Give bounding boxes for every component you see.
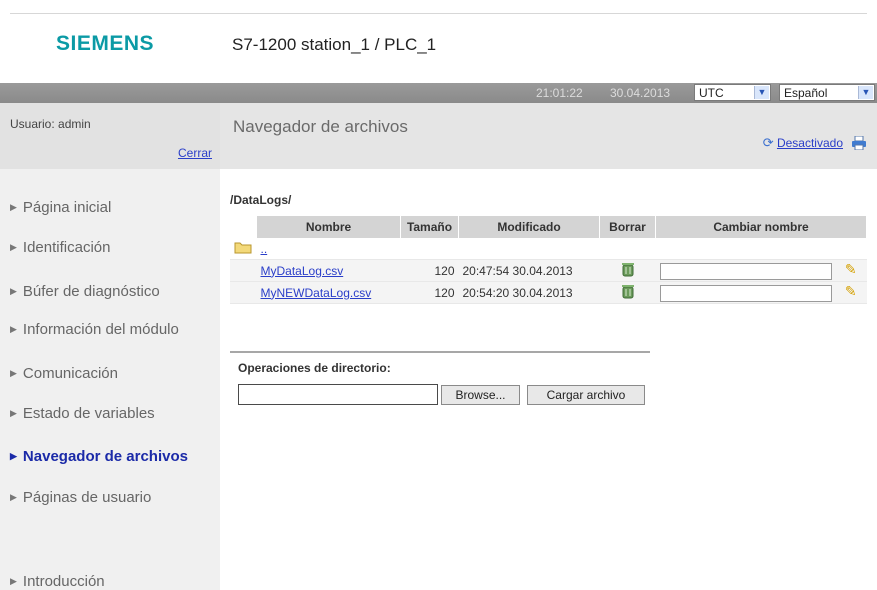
name-cell: MyDataLog.csv bbox=[256, 259, 401, 282]
pencil-icon[interactable]: ✎ bbox=[845, 283, 857, 299]
sidebar-item-identificacion[interactable]: ▶ Identificación bbox=[10, 239, 110, 256]
name-cell: .. bbox=[256, 238, 401, 260]
rename-input[interactable] bbox=[659, 262, 832, 280]
triangle-right-icon: ▶ bbox=[10, 286, 17, 296]
sidebar-item-estado-variables[interactable]: ▶ Estado de variables bbox=[10, 405, 155, 422]
table-row: MyNEWDataLog.csv 120 20:54:20 30.04.2013… bbox=[230, 281, 867, 304]
directory-operations-label: Operaciones de directorio: bbox=[238, 361, 391, 375]
section-divider bbox=[230, 351, 650, 353]
pencil-icon[interactable]: ✎ bbox=[845, 261, 857, 277]
main-content: Navegador de archivos ⟳ Desactivado /Dat… bbox=[220, 103, 877, 590]
station-title: S7-1200 station_1 / PLC_1 bbox=[232, 35, 437, 54]
sidebar-item-informacion-modulo[interactable]: ▶ Información del módulo bbox=[10, 321, 179, 338]
triangle-right-icon: ▶ bbox=[10, 408, 17, 418]
upload-file-button[interactable]: Cargar archivo bbox=[527, 385, 645, 405]
language-value: Español bbox=[784, 86, 828, 100]
column-header-cambiar-nombre: Cambiar nombre bbox=[655, 216, 867, 238]
sidebar-item-comunicacion[interactable]: ▶ Comunicación bbox=[10, 365, 118, 382]
siemens-logo: SIEMENS bbox=[56, 32, 155, 55]
user-label: Usuario: admin bbox=[10, 117, 91, 131]
sidebar-item-label: Navegador de archivos bbox=[22, 448, 188, 465]
clock-date: 30.04.2013 bbox=[610, 86, 671, 100]
delete-cell bbox=[599, 281, 656, 304]
browse-button[interactable]: Browse... bbox=[441, 385, 520, 405]
print-icon[interactable] bbox=[851, 136, 867, 150]
table-row: MyDataLog.csv 120 20:47:54 30.04.2013 ✎ bbox=[230, 259, 867, 282]
sidebar-item-label: Información del módulo bbox=[22, 321, 179, 338]
column-header-modificado: Modificado bbox=[458, 216, 600, 238]
name-cell: MyNEWDataLog.csv bbox=[256, 281, 401, 304]
rename-input[interactable] bbox=[659, 284, 832, 302]
modified-cell: 20:54:20 30.04.2013 bbox=[458, 281, 600, 304]
sidebar-item-label: Comunicación bbox=[22, 365, 118, 382]
file-table: Nombre Tamaño Modificado Borrar Cambiar … bbox=[230, 216, 867, 304]
delete-cell bbox=[599, 259, 656, 282]
sidebar-item-label: Estado de variables bbox=[22, 405, 155, 422]
size-cell: 120 bbox=[400, 259, 459, 282]
refresh-label: Desactivado bbox=[776, 136, 843, 150]
sidebar: Usuario: admin Cerrar ▶ Página inicial ▶ I… bbox=[0, 103, 220, 590]
triangle-right-icon: ▶ bbox=[10, 324, 17, 334]
triangle-right-icon: ▶ bbox=[10, 576, 17, 586]
table-header-row: Nombre Tamaño Modificado Borrar Cambiar … bbox=[230, 216, 867, 238]
content-header: Navegador de archivos ⟳ Desactivado bbox=[220, 103, 877, 169]
folder-cell bbox=[230, 238, 257, 260]
sidebar-item-label: Páginas de usuario bbox=[22, 489, 152, 506]
file-link[interactable]: MyNEWDataLog.csv bbox=[261, 286, 372, 300]
sidebar-item-label: Búfer de diagnóstico bbox=[22, 283, 160, 300]
triangle-right-icon: ▶ bbox=[10, 202, 17, 212]
sidebar-item-navegador-archivos[interactable]: ▶ Navegador de archivos bbox=[10, 448, 188, 465]
sidebar-item-pagina-inicial[interactable]: ▶ Página inicial bbox=[10, 199, 111, 216]
page-title: Navegador de archivos bbox=[233, 117, 408, 136]
sidebar-item-introduccion[interactable]: ▶ Introducción bbox=[10, 573, 105, 590]
clock-time: 21:01:22 bbox=[536, 86, 583, 100]
modified-cell: 20:47:54 30.04.2013 bbox=[458, 259, 600, 282]
table-row: .. bbox=[230, 238, 867, 260]
chevron-down-icon: ▼ bbox=[858, 86, 873, 99]
refresh-icon: ⟳ bbox=[762, 135, 774, 150]
trash-icon[interactable] bbox=[621, 284, 635, 299]
language-select[interactable]: Español ▼ bbox=[779, 84, 875, 101]
sidebar-item-label: Introducción bbox=[22, 573, 105, 590]
folder-icon bbox=[234, 242, 252, 253]
auto-refresh-toggle[interactable]: ⟳ Desactivado bbox=[763, 135, 843, 151]
directory-path: /DataLogs/ bbox=[230, 193, 292, 207]
triangle-right-icon: ▶ bbox=[10, 368, 17, 378]
chevron-down-icon: ▼ bbox=[754, 86, 769, 99]
column-header-tamano: Tamaño bbox=[400, 216, 459, 238]
size-cell: 120 bbox=[400, 281, 459, 304]
triangle-right-icon: ▶ bbox=[10, 451, 17, 461]
parent-directory-link[interactable]: .. bbox=[261, 242, 268, 256]
timezone-value: UTC bbox=[699, 86, 724, 100]
triangle-right-icon: ▶ bbox=[10, 492, 17, 502]
icon-column-header bbox=[230, 216, 257, 238]
user-box: Usuario: admin Cerrar bbox=[0, 103, 220, 169]
timezone-select[interactable]: UTC ▼ bbox=[694, 84, 771, 101]
file-path-input[interactable] bbox=[238, 384, 438, 405]
logout-link[interactable]: Cerrar bbox=[178, 146, 212, 160]
status-bar: 21:01:22 30.04.2013 UTC ▼ Español ▼ bbox=[0, 83, 877, 103]
sidebar-item-paginas-usuario[interactable]: ▶ Páginas de usuario bbox=[10, 489, 151, 506]
top-divider bbox=[10, 13, 867, 14]
rename-cell: ✎ bbox=[655, 259, 867, 282]
file-link[interactable]: MyDataLog.csv bbox=[261, 264, 344, 278]
rename-cell: ✎ bbox=[655, 281, 867, 304]
sidebar-item-label: Página inicial bbox=[22, 199, 112, 216]
triangle-right-icon: ▶ bbox=[10, 242, 17, 252]
trash-icon[interactable] bbox=[621, 262, 635, 277]
sidebar-item-label: Identificación bbox=[22, 239, 111, 256]
sidebar-item-bufer-diagnostico[interactable]: ▶ Búfer de diagnóstico bbox=[10, 283, 160, 300]
column-header-nombre: Nombre bbox=[256, 216, 401, 238]
column-header-borrar: Borrar bbox=[599, 216, 656, 238]
